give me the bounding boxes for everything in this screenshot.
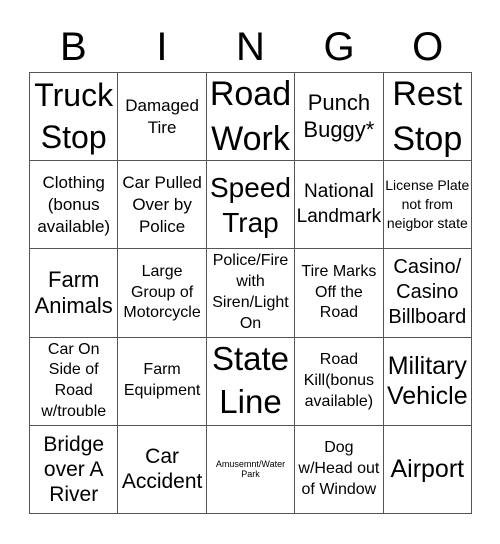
header-letter-g: G <box>323 25 355 69</box>
header-letter-o: O <box>412 25 444 69</box>
bingo-cell[interactable]: Large Group of Motorcycle <box>118 249 207 338</box>
bingo-cell[interactable]: Rest Stop <box>383 73 472 162</box>
bingo-cell[interactable]: Car Accident <box>118 425 207 514</box>
bingo-cell[interactable]: Casino/ Casino Billboard <box>383 249 472 338</box>
bingo-board: Truck Stop Damaged Tire Road Work Punch … <box>29 72 472 514</box>
bingo-cell[interactable]: Road Work <box>206 73 296 162</box>
bingo-cell[interactable]: Damaged Tire <box>118 73 207 162</box>
header-letter-i: I <box>156 25 168 69</box>
bingo-cell[interactable]: Amusemnt/Water Park <box>206 425 296 514</box>
bingo-cell[interactable]: Car On Side of Road w/trouble <box>30 337 119 426</box>
bingo-cell[interactable]: Car Pulled Over by Police <box>118 161 207 250</box>
header-letter-b: B <box>59 25 87 69</box>
bingo-cell[interactable]: Military Vehicle <box>383 337 472 426</box>
bingo-cell[interactable]: Farm Animals <box>30 249 119 338</box>
bingo-cell[interactable]: License Plate not from neigbor state <box>383 161 472 250</box>
bingo-cell[interactable]: Police/Fire with Siren/Light On <box>206 249 296 338</box>
header-letter-n: N <box>236 25 265 69</box>
bingo-cell[interactable]: State Line <box>206 337 296 426</box>
bingo-cell[interactable]: Punch Buggy* <box>295 73 384 162</box>
bingo-cell[interactable]: Farm Equipment <box>118 337 207 426</box>
bingo-cell[interactable]: Clothing (bonus available) <box>30 161 119 250</box>
bingo-cell[interactable]: Bridge over A River <box>30 425 119 514</box>
bingo-cell[interactable]: Airport <box>383 425 472 514</box>
bingo-cell[interactable]: Tire Marks Off the Road <box>295 249 384 338</box>
bingo-header: B I N G O <box>29 22 472 72</box>
bingo-cell[interactable]: Road Kill(bonus available) <box>295 337 384 426</box>
bingo-cell[interactable]: Dog w/Head out of Window <box>295 425 384 514</box>
bingo-cell[interactable]: Speed Trap <box>206 161 296 250</box>
bingo-cell[interactable]: National Landmark <box>295 161 384 250</box>
bingo-cell[interactable]: Truck Stop <box>30 73 119 162</box>
